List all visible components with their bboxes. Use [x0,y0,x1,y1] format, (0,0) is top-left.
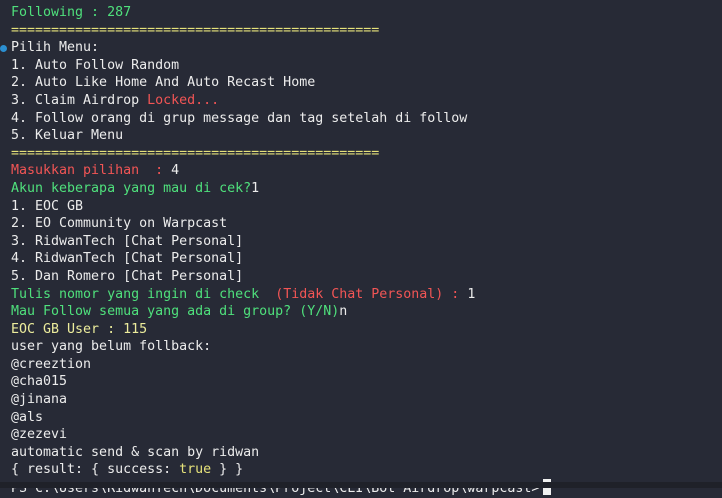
locked-label: Locked... [147,92,220,108]
number-line: Tulis nomor yang ingin di check (Tidak C… [11,286,476,302]
bottom-edge [0,482,722,488]
group-item: 1. EOC GB [11,198,84,214]
group-item: 5. Dan Romero [Chat Personal] [11,268,244,284]
menu-title-line: Pilih Menu: [0,39,551,57]
account-line: Akun keberapa yang mau di cek?1 [11,180,260,196]
following-count: Following : 287 [11,5,132,20]
group-item: 4. RidwanTech [Chat Personal] [11,251,244,267]
user-item: @als [11,409,44,425]
group-item: 2. EO Community on Warpcast [11,216,228,232]
terminal-output: Following : 287 ========================… [0,4,552,497]
group-item: 3. RidwanTech [Chat Personal] [11,233,244,249]
user-item: @zezevi [11,427,68,443]
not-followback-title: user yang belum follback: [11,339,212,355]
choice-line: Masukkan pilihan : 4 [11,163,180,179]
user-item: @creeztion [11,356,92,372]
command-decoration-dot-icon[interactable] [0,45,7,53]
separator: ========================================… [11,145,380,161]
menu-item: 2. Auto Like Home And Auto Recast Home [11,75,316,91]
user-item: @jinana [11,392,68,408]
menu-item: 4. Follow orang di grup message dan tag … [11,110,468,126]
menu-title: Pilih Menu: [11,40,100,56]
auto-send-text: automatic send & scan by ridwan [11,444,260,460]
follow-line: Mau Follow semua yang ada di group? (Y/N… [11,304,348,320]
menu-item: 5. Keluar Menu [11,128,124,144]
group-user-count: EOC GB User : 115 [11,321,148,337]
menu-item: 3. Claim Airdrop Locked... [11,92,220,108]
user-item: @cha015 [11,374,68,390]
separator: ========================================… [11,22,380,38]
result-line: { result: { success: true } } [11,462,244,478]
menu-item: 1. Auto Follow Random [11,57,180,73]
